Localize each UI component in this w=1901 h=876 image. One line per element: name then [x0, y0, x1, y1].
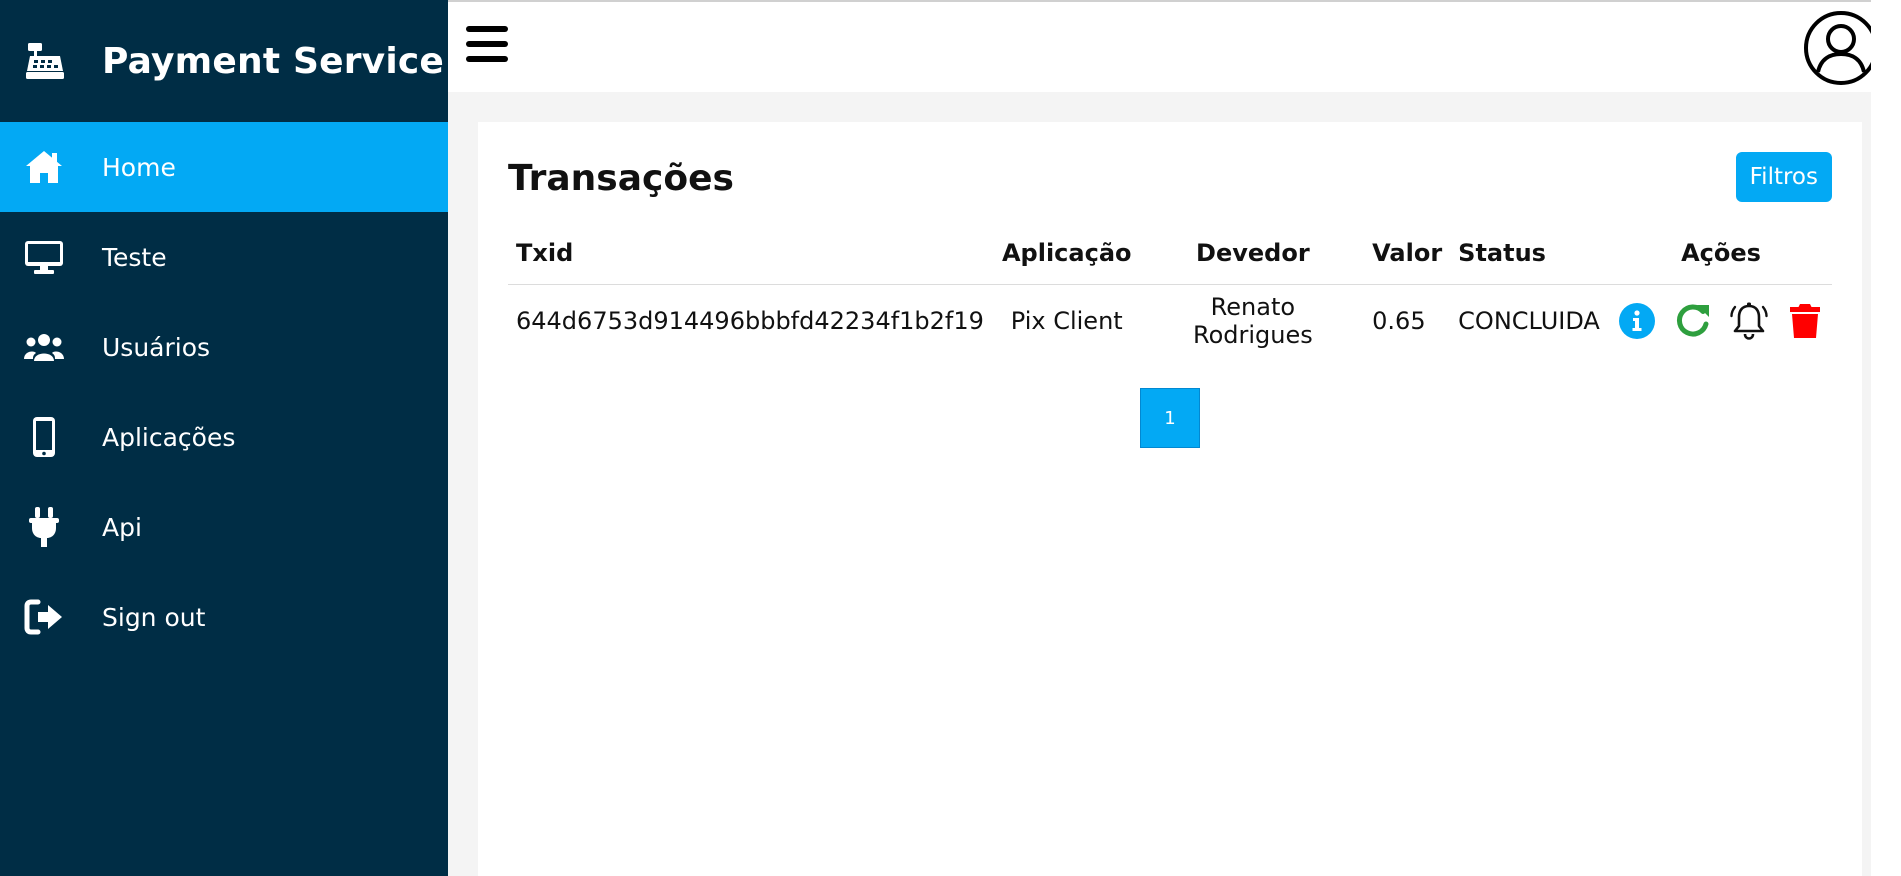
sidebar-item-api[interactable]: Api [0, 482, 448, 572]
cell-devedor: Renato Rodrigues [1192, 293, 1313, 350]
cell-txid: 644d6753d914496bbbfd42234f1b2f19 [516, 307, 984, 336]
trash-icon[interactable] [1786, 302, 1824, 340]
cash-register-icon [24, 39, 66, 83]
cell-aplicacao: Pix Client [1010, 307, 1123, 336]
transactions-card: Transações Filtros Txid Aplicação Devedo… [478, 122, 1862, 876]
page-title: Transações [508, 158, 734, 199]
user-avatar-icon[interactable] [1803, 10, 1879, 86]
sidebar-item-label: Api [102, 512, 142, 542]
sidebar-item-usuarios[interactable]: Usuários [0, 302, 448, 392]
table-header-row: Txid Aplicação Devedor Valor Status Açõe… [508, 222, 1832, 285]
sidebar-item-label: Usuários [102, 332, 211, 362]
column-header-acoes: Ações [1610, 222, 1832, 285]
column-header-devedor[interactable]: Devedor [1141, 222, 1365, 285]
page-button-current[interactable]: 1 [1140, 388, 1200, 448]
menu-toggle-icon[interactable] [466, 26, 508, 66]
bell-icon[interactable] [1730, 302, 1768, 341]
sidebar-item-aplicacoes[interactable]: Aplicações [0, 392, 448, 482]
sidebar-item-label: Aplicações [102, 422, 236, 452]
home-icon [24, 147, 64, 187]
mobile-icon [24, 417, 64, 457]
app-title: Payment Service [102, 40, 445, 82]
sidebar-item-sign-out[interactable]: Sign out [0, 572, 448, 662]
refresh-icon[interactable] [1674, 302, 1712, 340]
sign-out-icon [24, 597, 64, 637]
sidebar-item-home[interactable]: Home [0, 122, 448, 212]
top-bar [448, 0, 1901, 92]
sidebar-item-teste[interactable]: Teste [0, 212, 448, 302]
sidebar-item-label: Home [102, 152, 176, 182]
column-header-valor[interactable]: Valor [1364, 222, 1451, 285]
sidebar: Payment Service Home Teste Usuários Apli… [0, 0, 448, 876]
column-header-aplicacao[interactable]: Aplicação [991, 222, 1142, 285]
pagination: 1 [1140, 388, 1200, 448]
cell-actions [1610, 284, 1832, 358]
cell-status: CONCLUIDA [1458, 307, 1600, 336]
sidebar-nav: Home Teste Usuários Aplicações Api Sign … [0, 122, 448, 662]
filter-button[interactable]: Filtros [1735, 152, 1832, 202]
plug-icon [24, 507, 64, 547]
users-icon [24, 327, 64, 367]
monitor-icon [24, 237, 64, 277]
table-row: 644d6753d914496bbbfd42234f1b2f19 Pix Cli… [508, 284, 1832, 358]
sidebar-item-label: Sign out [102, 602, 206, 632]
transactions-table: Txid Aplicação Devedor Valor Status Açõe… [508, 222, 1832, 358]
column-header-status[interactable]: Status [1450, 222, 1610, 285]
info-icon[interactable] [1618, 302, 1656, 340]
sidebar-item-label: Teste [102, 242, 167, 272]
column-header-txid[interactable]: Txid [508, 222, 992, 285]
cell-valor: 0.65 [1372, 307, 1426, 336]
brand: Payment Service [0, 0, 448, 122]
scrollbar[interactable] [1871, 0, 1901, 876]
